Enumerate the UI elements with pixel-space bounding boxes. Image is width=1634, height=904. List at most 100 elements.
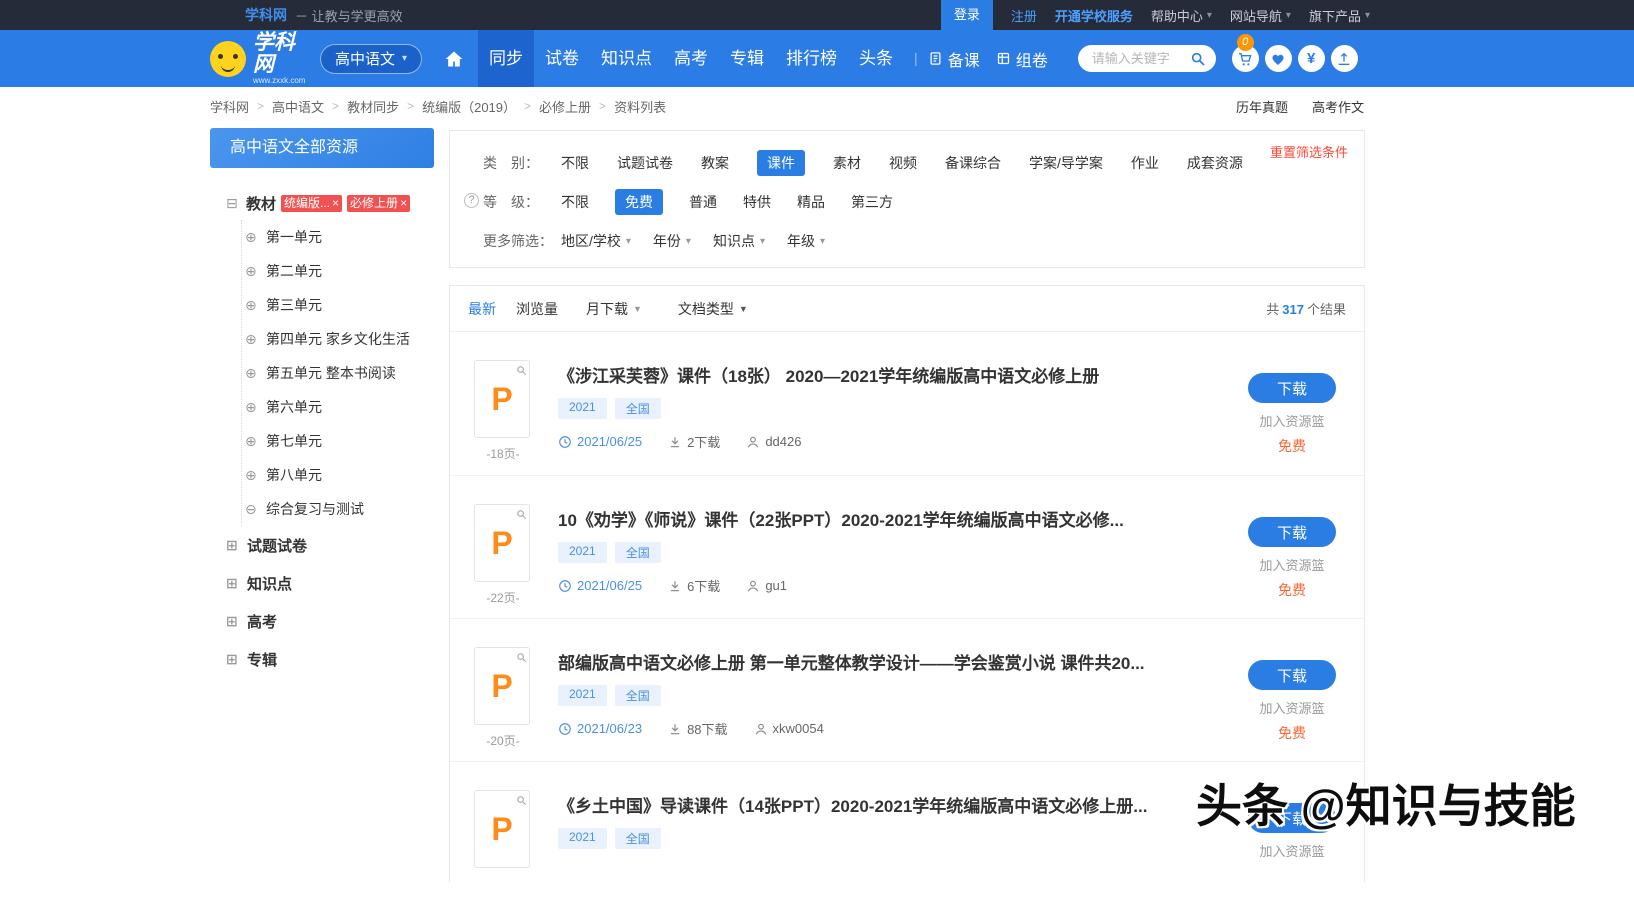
beike-tool-link[interactable]: 备课 <box>928 47 980 71</box>
uploader-link[interactable]: xkw0054 <box>754 721 824 736</box>
category-option-lesson-plan[interactable]: 教案 <box>701 153 729 173</box>
tree-expand-icon[interactable]: ⊞ <box>226 652 240 666</box>
search-icon[interactable] <box>1190 50 1207 67</box>
edition-filter-tag[interactable]: 统编版... × <box>281 195 342 212</box>
doc-type-dropdown[interactable]: 文档类型▼ <box>678 299 748 319</box>
school-service-link[interactable]: 开通学校服务 <box>1055 6 1133 25</box>
resource-title-link[interactable]: 《涉江采芙蓉》课件（18张） 2020—2021学年统编版高中语文必修上册 <box>558 362 1236 387</box>
sort-tab-views[interactable]: 浏览量 <box>516 299 558 319</box>
tree-expand-icon[interactable]: ⊕ <box>245 298 259 312</box>
tree-expand-icon[interactable]: ⊞ <box>226 614 240 628</box>
breadcrumb-item-home[interactable]: 学科网 <box>210 97 249 116</box>
home-icon[interactable] <box>444 49 464 69</box>
sidebar-item-gaokao[interactable]: ⊞高考 <box>210 602 434 640</box>
tree-expand-icon[interactable]: ⊕ <box>245 400 259 414</box>
year-dropdown[interactable]: 年份▾ <box>653 231 691 251</box>
breadcrumb-item-book[interactable]: 必修上册 <box>539 97 591 116</box>
favorites-heart-icon[interactable] <box>1265 45 1292 72</box>
past-papers-link[interactable]: 历年真题 <box>1236 97 1288 116</box>
resource-title-link[interactable]: 《乡土中国》导读课件（14张PPT）2020-2021学年统编版高中语文必修上册… <box>558 792 1236 817</box>
close-icon[interactable]: × <box>400 196 407 211</box>
site-brand[interactable]: 学科网 <box>245 5 287 25</box>
sidebar-item-material[interactable]: ⊟ 教材 统编版... × 必修上册 × <box>210 186 434 220</box>
nav-tab-shijuan[interactable]: 试卷 <box>534 30 590 87</box>
close-icon[interactable]: × <box>332 196 339 211</box>
sidebar-item-unit-1[interactable]: ⊕第一单元 <box>242 220 434 254</box>
register-link[interactable]: 注册 <box>1011 6 1037 25</box>
preview-zoom-icon[interactable] <box>516 363 527 381</box>
nav-tab-gaokao[interactable]: 高考 <box>663 30 719 87</box>
uploader-link[interactable]: gu1 <box>746 578 787 593</box>
book-filter-tag[interactable]: 必修上册 × <box>347 195 410 212</box>
category-option-unlimited[interactable]: 不限 <box>561 153 589 173</box>
sidebar-item-unit-4[interactable]: ⊕第四单元 家乡文化生活 <box>242 322 434 356</box>
download-button[interactable]: 下载 <box>1248 373 1336 403</box>
uploader-link[interactable]: dd426 <box>746 434 801 449</box>
nav-tab-zhishidian[interactable]: 知识点 <box>590 30 663 87</box>
add-to-basket-link[interactable]: 加入资源篮 <box>1236 555 1348 574</box>
sidebar-item-zhishidian[interactable]: ⊞知识点 <box>210 564 434 602</box>
level-option-special[interactable]: 特供 <box>743 192 771 212</box>
zujuan-tool-link[interactable]: 组卷 <box>996 47 1048 71</box>
add-to-basket-link[interactable]: 加入资源篮 <box>1236 841 1348 860</box>
grade-dropdown[interactable]: 年级▾ <box>787 231 825 251</box>
breadcrumb-item-edition[interactable]: 统编版（2019） <box>422 97 516 116</box>
add-to-basket-link[interactable]: 加入资源篮 <box>1236 698 1348 717</box>
category-option-bundle[interactable]: 成套资源 <box>1187 153 1243 173</box>
level-option-premium[interactable]: 精品 <box>797 192 825 212</box>
ppt-thumbnail[interactable]: P <box>474 790 530 868</box>
cart-icon[interactable]: 0 <box>1232 45 1259 72</box>
products-menu[interactable]: 旗下产品 ▾ <box>1309 6 1370 25</box>
upload-icon[interactable] <box>1331 45 1358 72</box>
level-option-normal[interactable]: 普通 <box>689 192 717 212</box>
login-button[interactable]: 登录 <box>941 0 993 30</box>
tree-expand-icon[interactable]: ⊕ <box>245 366 259 380</box>
tree-collapse-icon[interactable]: ⊖ <box>245 502 259 516</box>
subject-select[interactable]: 高中语文 ▾ <box>320 44 422 74</box>
nav-tab-toutiao[interactable]: 头条 <box>848 30 904 87</box>
category-option-material[interactable]: 素材 <box>833 153 861 173</box>
category-option-courseware-selected[interactable]: 课件 <box>757 150 805 176</box>
monthly-downloads-dropdown[interactable]: 月下载▼ <box>586 299 642 319</box>
level-option-thirdparty[interactable]: 第三方 <box>851 192 893 212</box>
sidebar-item-unit-8[interactable]: ⊕第八单元 <box>242 458 434 492</box>
breadcrumb-item-list[interactable]: 资料列表 <box>614 97 666 116</box>
sidebar-item-zhuanji[interactable]: ⊞专辑 <box>210 640 434 678</box>
resource-title-link[interactable]: 10《劝学》《师说》课件（22张PPT）2020-2021学年统编版高中语文必修… <box>558 506 1236 531</box>
sidebar-item-review[interactable]: ⊖综合复习与测试 <box>242 492 434 526</box>
breadcrumb-item-sync[interactable]: 教材同步 <box>347 97 399 116</box>
help-center-menu[interactable]: 帮助中心 ▾ <box>1151 6 1212 25</box>
tree-collapse-icon[interactable]: ⊟ <box>226 196 240 210</box>
tree-expand-icon[interactable]: ⊞ <box>226 576 240 590</box>
ppt-thumbnail[interactable]: P <box>474 647 530 725</box>
ppt-thumbnail[interactable]: P <box>474 360 530 438</box>
preview-zoom-icon[interactable] <box>516 793 527 811</box>
level-option-free-selected[interactable]: 免费 <box>615 189 663 215</box>
tree-expand-icon[interactable]: ⊕ <box>245 468 259 482</box>
tree-expand-icon[interactable]: ⊕ <box>245 434 259 448</box>
category-option-study-plan[interactable]: 学案/导学案 <box>1029 153 1103 173</box>
sidebar-item-unit-3[interactable]: ⊕第三单元 <box>242 288 434 322</box>
sidebar-item-unit-2[interactable]: ⊕第二单元 <box>242 254 434 288</box>
breadcrumb-item-subject[interactable]: 高中语文 <box>272 97 324 116</box>
sort-tab-newest[interactable]: 最新 <box>468 299 496 319</box>
category-option-video[interactable]: 视频 <box>889 153 917 173</box>
preview-zoom-icon[interactable] <box>516 507 527 525</box>
tree-expand-icon[interactable]: ⊕ <box>245 264 259 278</box>
site-nav-menu[interactable]: 网站导航 ▾ <box>1230 6 1291 25</box>
help-icon[interactable]: ? <box>464 193 479 208</box>
tree-expand-icon[interactable]: ⊕ <box>245 230 259 244</box>
sidebar-item-shitishijuan[interactable]: ⊞试题试卷 <box>210 526 434 564</box>
preview-zoom-icon[interactable] <box>516 650 527 668</box>
add-to-basket-link[interactable]: 加入资源篮 <box>1236 411 1348 430</box>
tree-expand-icon[interactable]: ⊕ <box>245 332 259 346</box>
nav-tab-paihangbang[interactable]: 排行榜 <box>775 30 848 87</box>
resource-title-link[interactable]: 部编版高中语文必修上册 第一单元整体教学设计——学会鉴赏小说 课件共20... <box>558 649 1236 674</box>
region-school-dropdown[interactable]: 地区/学校▾ <box>561 231 631 251</box>
category-option-papers[interactable]: 试题试卷 <box>617 153 673 173</box>
nav-tab-zhuanji[interactable]: 专辑 <box>719 30 775 87</box>
level-option-unlimited[interactable]: 不限 <box>561 192 589 212</box>
knowledge-dropdown[interactable]: 知识点▾ <box>713 231 765 251</box>
category-option-homework[interactable]: 作业 <box>1131 153 1159 173</box>
category-option-prep[interactable]: 备课综合 <box>945 153 1001 173</box>
